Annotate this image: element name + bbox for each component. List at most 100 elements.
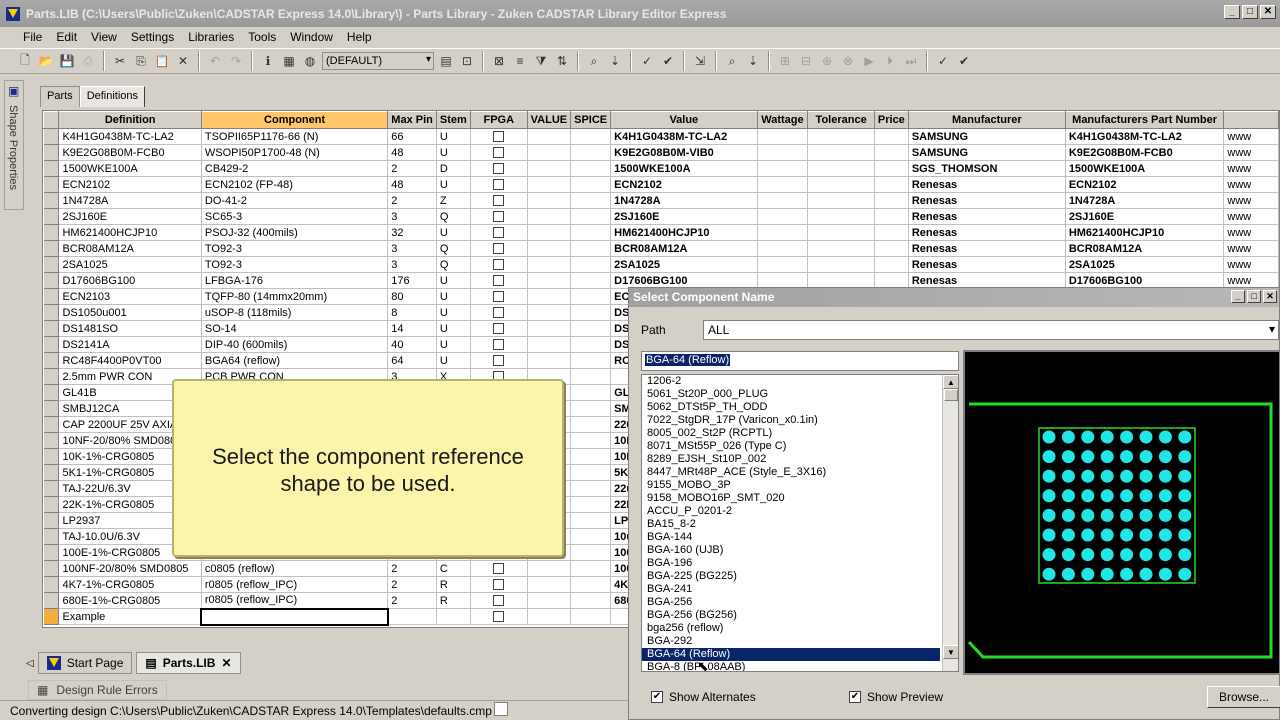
fpga-checkbox[interactable] [493, 339, 505, 351]
table-cell[interactable]: K4H1G0438M-TC-LA2 [58, 128, 202, 145]
browse-button[interactable]: Browse... [1207, 686, 1280, 708]
table-row[interactable]: 2SA1025 TO92-3 3 Q 2SA1025 Renesas 2SA1025 www [43, 256, 1279, 273]
properties-icon[interactable]: ▤ [437, 52, 455, 70]
dialog-minimize-button[interactable]: _ [1231, 290, 1245, 303]
fpga-checkbox[interactable] [493, 211, 505, 223]
table-cell[interactable] [470, 352, 528, 369]
row-header[interactable] [43, 224, 60, 241]
table-cell[interactable]: DS1050u001 [58, 304, 202, 321]
table-row[interactable]: 1N4728A DO-41-2 2 Z 1N4728A Renesas 1N4728A www [43, 192, 1279, 209]
table-cell[interactable]: HM621400HCJP10 [58, 224, 202, 241]
table-cell[interactable]: 66 [387, 128, 437, 145]
list-item[interactable]: 9158_MOBO16P_SMT_020 [642, 492, 958, 505]
table-cell[interactable]: 2 [387, 560, 437, 577]
table-cell[interactable] [807, 240, 875, 257]
table-cell[interactable]: r0805 (reflow_IPC) [201, 592, 389, 609]
table-cell[interactable] [470, 144, 528, 161]
table-cell[interactable]: SGS_THOMSON [908, 160, 1066, 177]
table-cell[interactable]: Renesas [908, 192, 1066, 209]
table-cell[interactable]: Z [436, 192, 471, 209]
table-cell[interactable] [527, 576, 572, 593]
row-header[interactable] [43, 448, 60, 465]
table-cell[interactable]: 1500WKE100A [1065, 160, 1225, 177]
table-cell[interactable] [470, 160, 528, 177]
table-cell[interactable] [470, 560, 528, 577]
list-item[interactable]: 8005_002_St2P (RCPTL) [642, 427, 958, 440]
row-header[interactable] [43, 528, 60, 545]
table-cell[interactable] [807, 192, 875, 209]
table-cell[interactable]: TO92-3 [201, 256, 389, 273]
table-cell[interactable]: 680E-1%-CRG0805 [58, 592, 202, 609]
table-cell[interactable] [527, 240, 572, 257]
list-item[interactable]: 5061_St20P_000_PLUG [642, 388, 958, 401]
table-row[interactable]: HM621400HCJP10 PSOJ-32 (400mils) 32 U HM6214… [43, 224, 1279, 241]
close-button[interactable]: ✕ [1260, 5, 1276, 19]
table-cell[interactable] [874, 224, 909, 241]
table-cell[interactable]: ECN2102 (FP-48) [201, 176, 389, 193]
list-item[interactable]: 5062_DTSt5P_TH_ODD [642, 401, 958, 414]
column-header[interactable]: Manufacturers Part Number [1064, 111, 1225, 129]
table-cell[interactable]: BCR08AM12A [610, 240, 758, 257]
row-header[interactable] [43, 592, 60, 609]
row-header[interactable] [43, 512, 60, 529]
table-cell[interactable] [570, 208, 612, 225]
column-header[interactable]: Component [200, 111, 389, 129]
renumber-icon[interactable]: ⊞ [776, 52, 794, 70]
table-cell[interactable] [757, 176, 809, 193]
insert-row-icon[interactable]: ≡ [511, 52, 529, 70]
table-cell[interactable]: K4H1G0438M-TC-LA2 [610, 128, 758, 145]
list-item[interactable]: BGA-8 (BP_08AAB) [642, 661, 958, 671]
table-cell[interactable]: uSOP-8 (118mils) [201, 304, 389, 321]
table-cell[interactable] [570, 480, 612, 497]
row-header[interactable] [43, 304, 60, 321]
table-cell[interactable]: U [436, 288, 471, 305]
fpga-checkbox[interactable] [493, 595, 505, 607]
table-cell[interactable] [470, 320, 528, 337]
table-cell[interactable] [874, 128, 909, 145]
show-alternates-check-icon[interactable]: ✔ [651, 691, 663, 703]
table-cell[interactable]: Q [436, 240, 471, 257]
table-cell[interactable]: 1500WKE100A [610, 160, 758, 177]
table-cell[interactable]: CB429-2 [201, 160, 389, 177]
table-cell[interactable] [470, 224, 528, 241]
fpga-checkbox[interactable] [493, 179, 505, 191]
table-cell[interactable] [527, 560, 572, 577]
table-cell[interactable] [570, 192, 612, 209]
find-next-icon[interactable]: ⌕ [723, 52, 741, 70]
table-cell[interactable]: SAMSUNG [908, 144, 1066, 161]
table-cell[interactable]: www [1223, 160, 1279, 177]
menu-view[interactable]: View [84, 30, 124, 44]
component-name-input[interactable]: BGA-64 (Reflow) [641, 351, 959, 371]
column-header[interactable]: Wattage [756, 111, 809, 129]
table-cell[interactable] [570, 464, 612, 481]
tab-definitions[interactable]: Definitions [79, 86, 146, 107]
table-cell[interactable]: www [1223, 208, 1279, 225]
table-cell[interactable]: U [436, 336, 471, 353]
row-header[interactable] [43, 256, 60, 273]
undo-icon[interactable]: ↶ [206, 52, 224, 70]
row-header[interactable] [43, 192, 60, 209]
table-cell[interactable]: WSOPI50P1700-48 (N) [201, 144, 389, 161]
column-header[interactable]: Tolerance [807, 111, 875, 129]
fpga-checkbox[interactable] [493, 227, 505, 239]
table-cell[interactable]: RC48F4400P0VT00 [58, 352, 202, 369]
dialog-maximize-button[interactable]: □ [1247, 290, 1261, 303]
table-cell[interactable]: 8 [387, 304, 437, 321]
table-cell[interactable] [527, 144, 572, 161]
table-cell[interactable]: 2SJ160E [610, 208, 758, 225]
table-cell[interactable] [470, 256, 528, 273]
list-item[interactable]: 7022_StgDR_17P (Varicon_x0.1in) [642, 414, 958, 427]
table-cell[interactable] [436, 608, 471, 625]
row-header[interactable] [43, 144, 60, 161]
list-item[interactable]: 9155_MOBO_3P [642, 479, 958, 492]
table-cell[interactable]: 1N4728A [58, 192, 202, 209]
table-cell[interactable] [470, 128, 528, 145]
column-header[interactable]: SPICE [570, 111, 612, 129]
table-cell[interactable] [874, 176, 909, 193]
list-item[interactable]: BGA-256 (BG256) [642, 609, 958, 622]
table-cell[interactable]: U [436, 304, 471, 321]
dialog-close-button[interactable]: ✕ [1263, 290, 1277, 303]
tab-scroll-left-icon[interactable]: ◁ [26, 658, 34, 669]
menu-libraries[interactable]: Libraries [181, 30, 241, 44]
maximize-button[interactable]: □ [1242, 5, 1258, 19]
